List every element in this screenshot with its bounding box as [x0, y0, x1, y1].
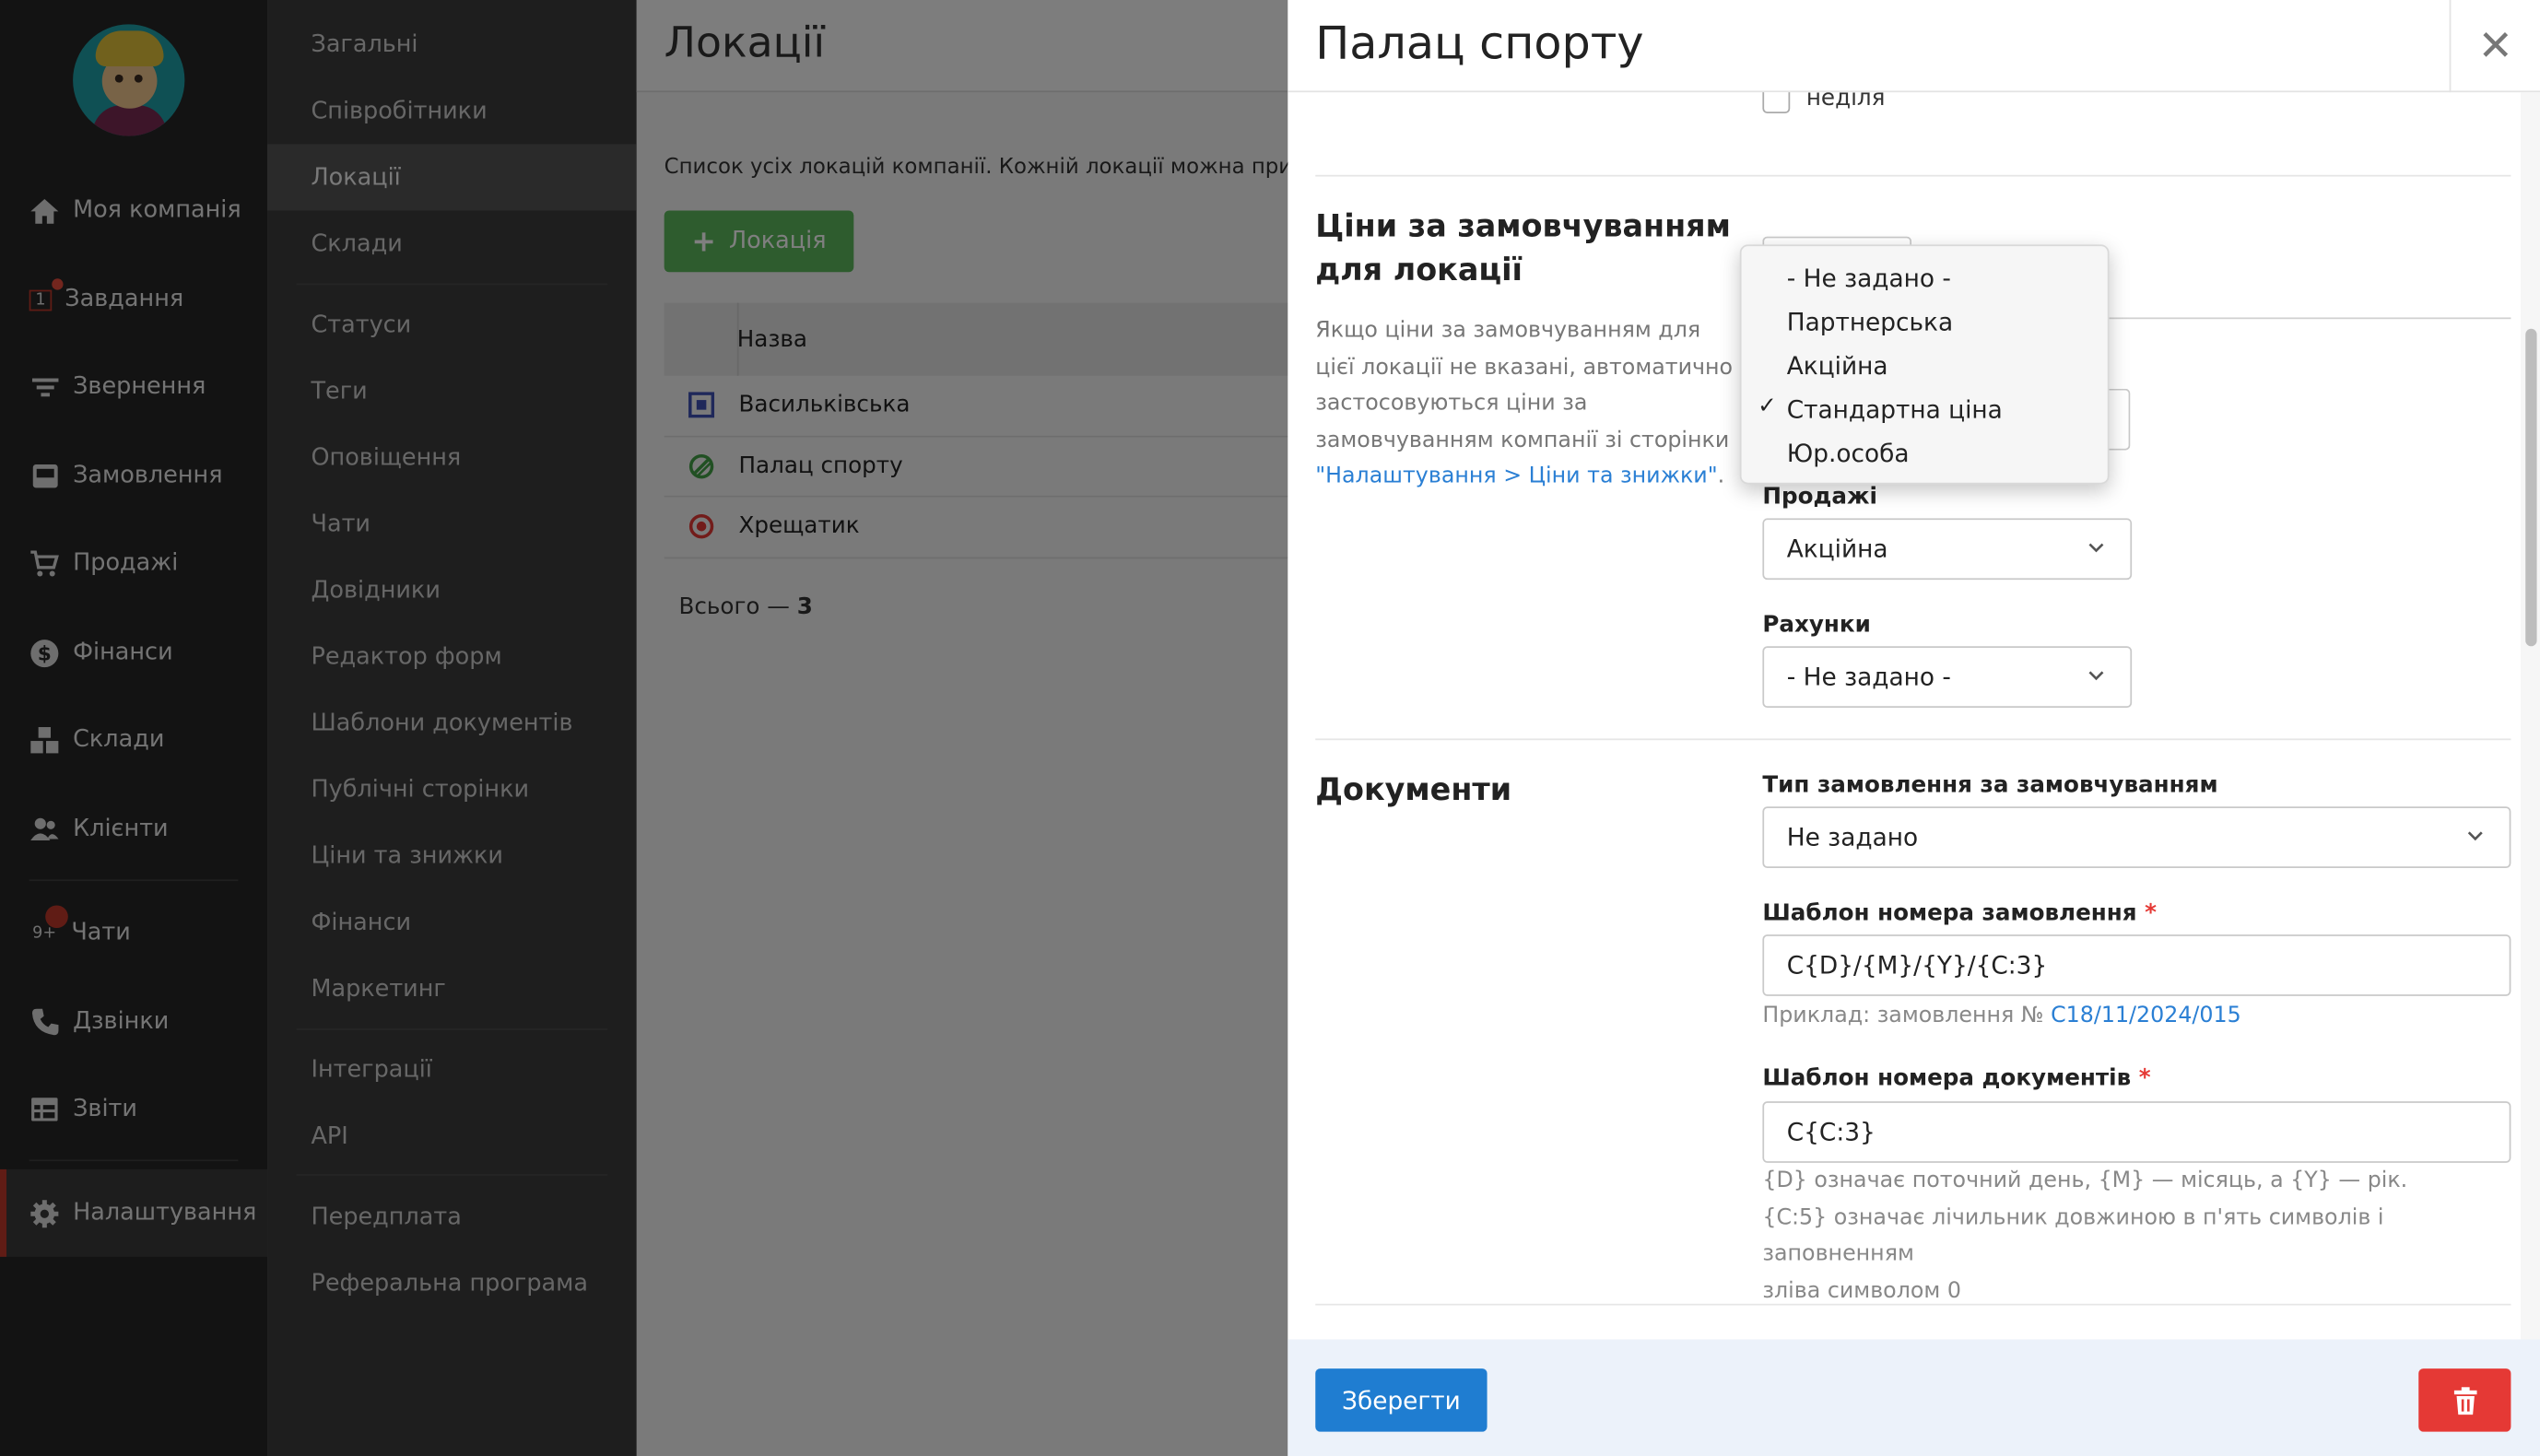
invoices-label: Рахунки [1762, 612, 1871, 639]
panel-scrollbar[interactable] [2520, 92, 2540, 1340]
sales-label: Продажі [1762, 484, 1877, 511]
save-button[interactable]: Зберегти [1315, 1368, 1488, 1432]
invoices-price-value: - Не задано - [1786, 662, 1951, 692]
trash-icon [2453, 1386, 2476, 1415]
order-type-select[interactable]: Не задано [1762, 806, 2511, 869]
scrollbar-thumb[interactable] [2525, 328, 2537, 647]
order-number-label: Шаблон номера замовлення * [1762, 900, 2158, 927]
required-marker: * [2145, 900, 2158, 927]
order-type-label: Тип замовлення за замовчуванням [1762, 772, 2218, 799]
chevron-down-icon [2088, 543, 2104, 553]
chevron-down-icon [2467, 831, 2483, 841]
required-marker: * [2138, 1065, 2151, 1092]
documents-section-title: Документи [1315, 772, 1512, 808]
order-number-example: Приклад: замовлення № C18/11/2024/015 [1762, 1002, 2241, 1029]
order-number-template-input[interactable]: C{D}/{M}/{Y}/{C:3} [1762, 934, 2511, 996]
dropdown-option[interactable]: Акційна [1742, 344, 2108, 387]
hidden-field-underline [2106, 317, 2511, 320]
prices-section-description: Якщо ціни за замовчуванням для цієї лока… [1315, 317, 1734, 489]
location-edit-panel: Палац спорту ✕ неділя Ціни за замовчуван… [1288, 0, 2540, 1456]
checkmark-icon: ✓ [1758, 393, 1777, 420]
close-button[interactable]: ✕ [2449, 0, 2540, 93]
close-icon: ✕ [2477, 21, 2513, 71]
sunday-checkbox-label: неділя [1805, 92, 1886, 112]
chevron-down-icon [2088, 671, 2104, 681]
dropdown-option[interactable]: - Не задано - [1742, 256, 2108, 299]
panel-header: Палац спорту ✕ [1288, 0, 2540, 93]
delete-button[interactable] [2418, 1368, 2511, 1432]
order-number-example-value: C18/11/2024/015 [2051, 1002, 2241, 1029]
dropdown-option-selected[interactable]: ✓ Стандартна ціна [1742, 387, 2108, 430]
sunday-checkbox[interactable] [1762, 92, 1791, 114]
panel-footer: Зберегти [1288, 1339, 2540, 1456]
order-type-value: Не задано [1786, 822, 1919, 852]
price-settings-link[interactable]: "Налаштування > Ціни та знижки" [1315, 464, 1717, 489]
template-hint: {D} означає поточний день, {M} — місяць,… [1762, 1168, 2408, 1303]
sales-price-select[interactable]: Акційна [1762, 518, 2133, 581]
section-divider [1315, 738, 2511, 741]
section-divider [1315, 174, 2511, 177]
price-type-dropdown[interactable]: - Не задано - Партнерська Акційна ✓ Станд… [1739, 244, 2110, 485]
sales-price-value: Акційна [1786, 534, 1888, 564]
dropdown-option[interactable]: Партнерська [1742, 299, 2108, 343]
modal-overlay[interactable] [0, 0, 1288, 1456]
panel-title: Палац спорту [1315, 16, 1644, 70]
section-divider [1315, 1303, 2511, 1306]
prices-section-title: Ціни за замовчуванням для локації [1315, 208, 1731, 288]
invoices-price-select[interactable]: - Не задано - [1762, 646, 2133, 709]
panel-body: неділя Ціни за замовчуванням для локації… [1288, 92, 2540, 1339]
doc-number-template-input[interactable]: C{C:3} [1762, 1101, 2511, 1163]
doc-number-label: Шаблон номера документів * [1762, 1065, 2151, 1092]
dropdown-option[interactable]: Юр.особа [1742, 430, 2108, 474]
